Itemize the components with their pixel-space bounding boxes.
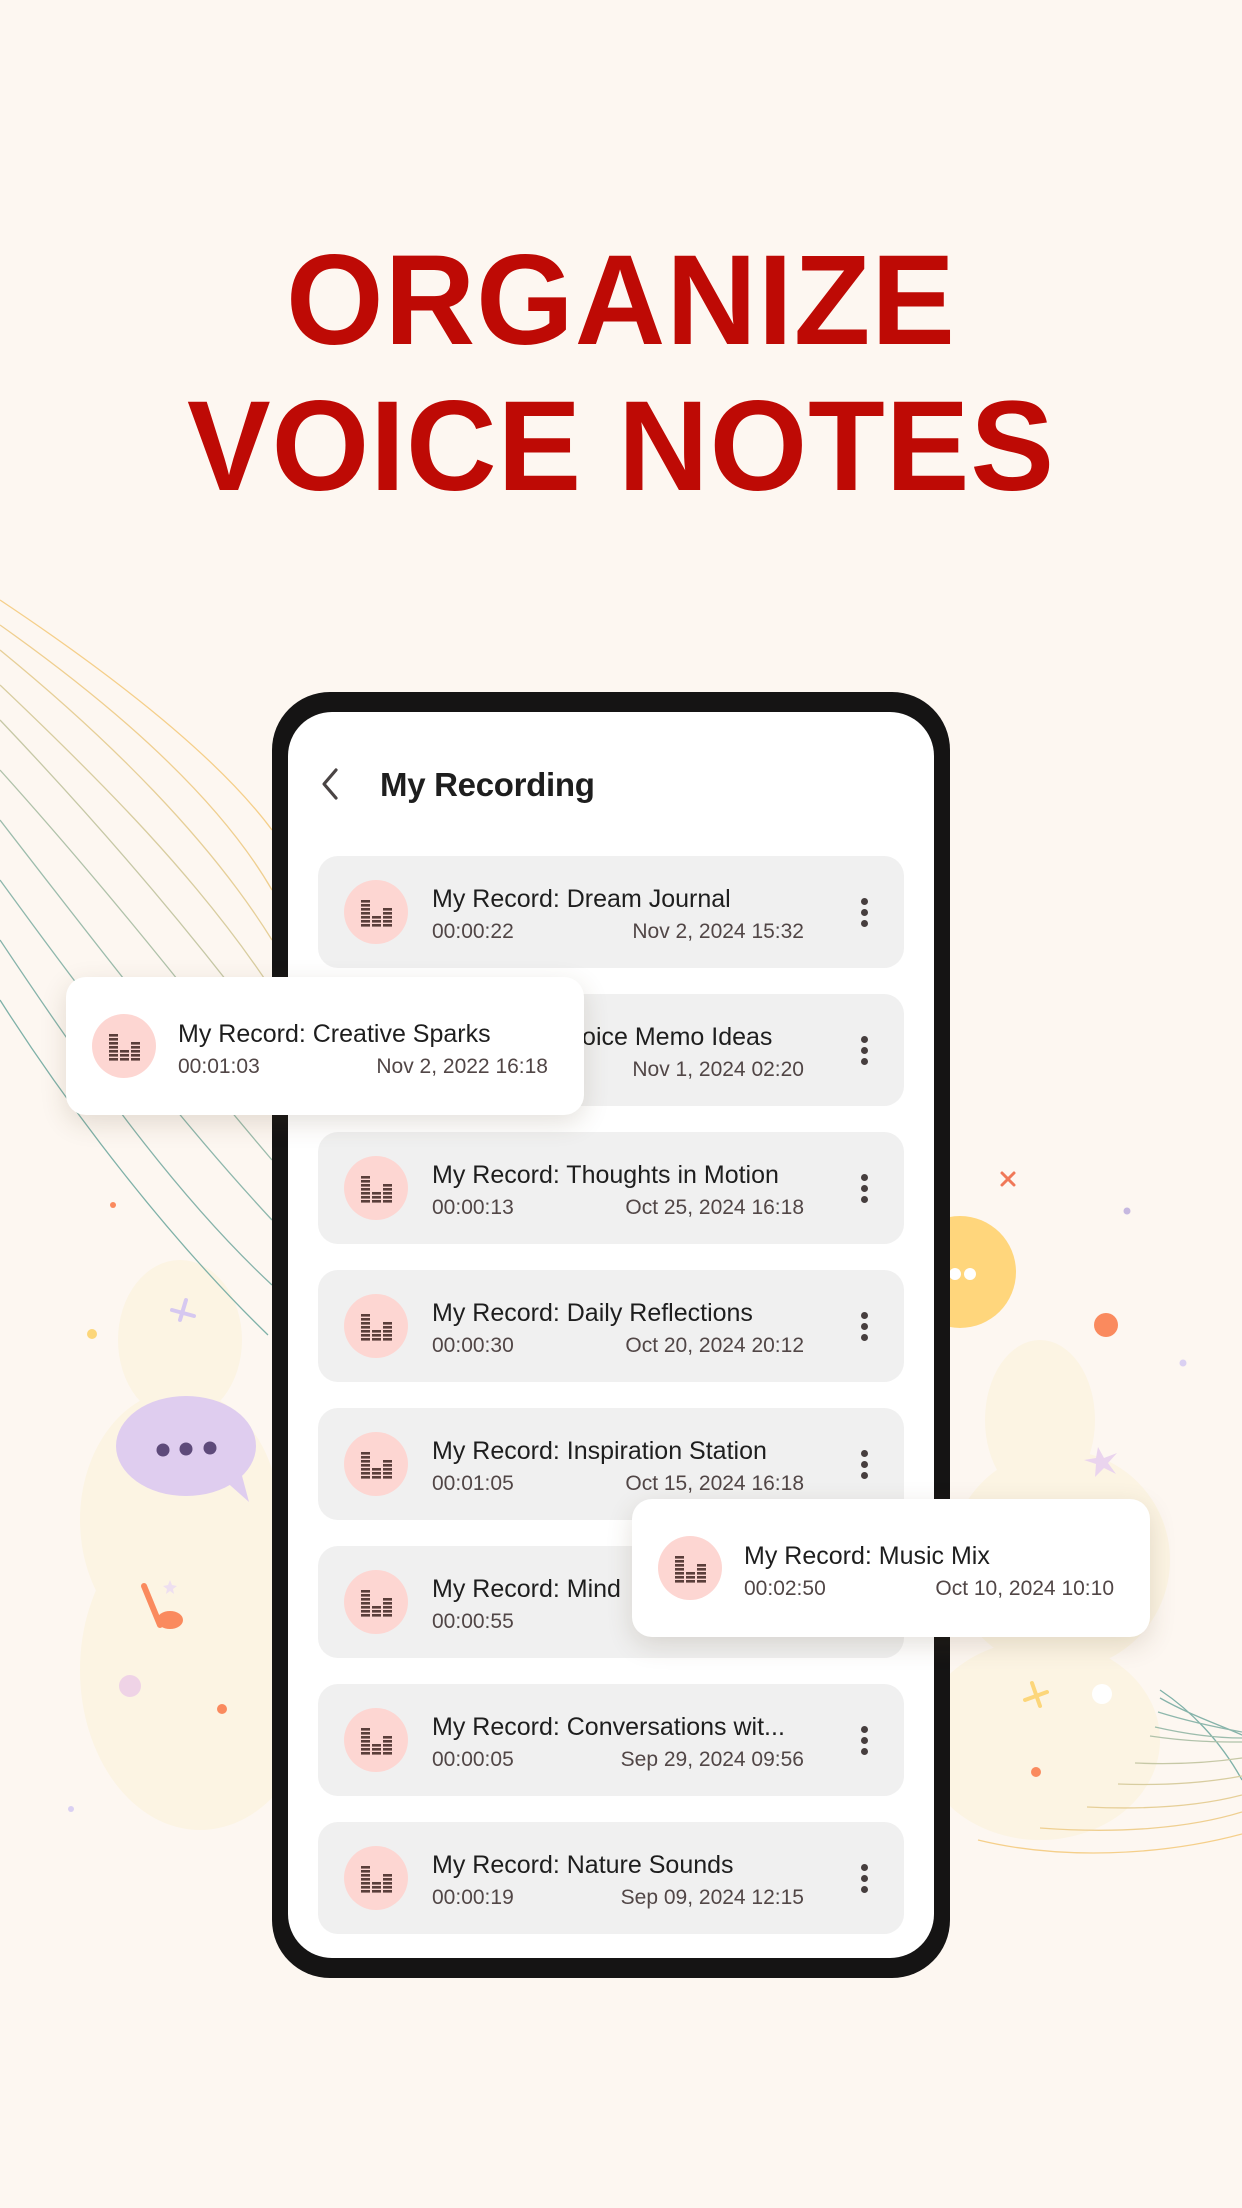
recording-date: Oct 15, 2024 16:18 [625,1472,804,1495]
recording-duration: 00:00:13 [432,1196,514,1219]
recording-title: My Record: Dream Journal [432,885,731,913]
recording-duration: 00:01:03 [178,1055,260,1078]
more-vertical-icon [860,1449,868,1457]
equalizer-icon [361,1314,392,1341]
dot-decoration [68,1806,74,1812]
recording-date: Nov 1, 2024 02:20 [632,1058,804,1081]
recording-duration: 00:01:05 [432,1472,514,1495]
more-options-button[interactable] [852,1306,876,1346]
recording-avatar [344,1432,408,1496]
recording-row[interactable]: My Record: Thoughts in Motion 00:00:13 O… [318,1132,904,1244]
recording-date: Oct 10, 2024 10:10 [935,1577,1114,1600]
equalizer-icon [675,1556,706,1583]
floating-recording-card[interactable]: My Record: Creative Sparks 00:01:03 Nov … [66,977,584,1115]
recording-date: Nov 2, 2022 16:18 [376,1055,548,1078]
recording-title: My Record: Thoughts in Motion [432,1161,779,1189]
equalizer-icon [361,1452,392,1479]
chevron-left-icon [322,768,338,800]
equalizer-icon [361,1728,392,1755]
back-button[interactable] [310,762,350,806]
more-options-button[interactable] [852,1858,876,1898]
more-options-button[interactable] [852,892,876,932]
page-title: My Recording [380,766,595,803]
recording-title: My Record: Music Mix [744,1542,990,1570]
headline: ORGANIZE VOICE NOTES [12,228,1229,520]
more-vertical-icon [860,1725,868,1733]
recording-date: Sep 29, 2024 09:56 [620,1748,804,1771]
recording-row[interactable]: My Record: Daily Reflections 00:00:30 Oc… [318,1270,904,1382]
more-vertical-icon [860,1311,868,1319]
more-options-button[interactable] [852,1030,876,1070]
recording-title: My Record: Conversations wit... [432,1713,785,1741]
headline-line-1: ORGANIZE [286,229,956,372]
dot-decoration [217,1704,227,1714]
recording-date: Oct 25, 2024 16:18 [625,1196,804,1219]
recording-row[interactable]: My Record: Nature Sounds 00:00:19 Sep 09… [318,1822,904,1934]
cross-icon [1000,1171,1016,1187]
app-bar: My Recording [288,712,934,852]
more-vertical-icon [860,897,868,905]
dot-decoration [87,1329,97,1339]
dot-decoration [119,1675,141,1697]
equalizer-icon [361,1866,392,1893]
headline-line-2: VOICE NOTES [186,375,1056,518]
wave-lines-left [0,599,273,1336]
dot-decoration [110,1202,116,1208]
recording-row[interactable]: My Record: Conversations wit... 00:00:05… [318,1684,904,1796]
equalizer-icon [361,900,392,927]
recording-duration: 00:00:30 [432,1334,514,1357]
recording-row[interactable]: My Record: Dream Journal 00:00:22 Nov 2,… [318,856,904,968]
recording-duration: 00:00:22 [432,920,514,943]
more-options-button[interactable] [852,1168,876,1208]
recording-duration: 00:00:05 [432,1748,514,1771]
recording-title: My Record: Creative Sparks [178,1020,491,1048]
more-vertical-icon [860,1035,868,1043]
recording-duration: 00:00:55 [432,1610,514,1633]
recording-avatar [344,1708,408,1772]
recording-avatar [92,1014,156,1078]
recording-avatar [344,1846,408,1910]
dot-decoration [1094,1313,1118,1337]
recording-title: My Record: Inspiration Station [432,1437,767,1465]
recording-avatar [658,1536,722,1600]
recording-title: My Record: Mind [432,1575,621,1603]
dot-decoration [1179,1359,1187,1367]
more-vertical-icon [860,1173,868,1181]
recording-avatar [344,1294,408,1358]
recording-title: My Record: Nature Sounds [432,1851,734,1879]
recording-date: Oct 20, 2024 20:12 [625,1334,804,1357]
dot-decoration [1092,1684,1112,1704]
equalizer-icon [361,1176,392,1203]
more-options-button[interactable] [852,1444,876,1484]
recording-avatar [344,880,408,944]
floating-recording-card[interactable]: My Record: Music Mix 00:02:50 Oct 10, 20… [632,1499,1150,1637]
more-vertical-icon [860,1863,868,1871]
equalizer-icon [361,1590,392,1617]
dot-decoration [1123,1207,1131,1215]
recording-title: My Record: Daily Reflections [432,1299,753,1327]
phone-mockup: My Recording My Record: Dream Journal 00… [272,692,950,1978]
recording-avatar [344,1570,408,1634]
phone-screen: My Recording My Record: Dream Journal 00… [288,712,934,1958]
recording-date: Sep 09, 2024 12:15 [620,1886,804,1909]
recording-duration: 00:00:19 [432,1886,514,1909]
more-options-button[interactable] [852,1720,876,1760]
equalizer-icon [109,1034,140,1061]
recording-duration: 00:02:50 [744,1577,826,1600]
recording-avatar [344,1156,408,1220]
dot-decoration [1031,1767,1041,1777]
recording-date: Nov 2, 2024 15:32 [632,920,804,943]
